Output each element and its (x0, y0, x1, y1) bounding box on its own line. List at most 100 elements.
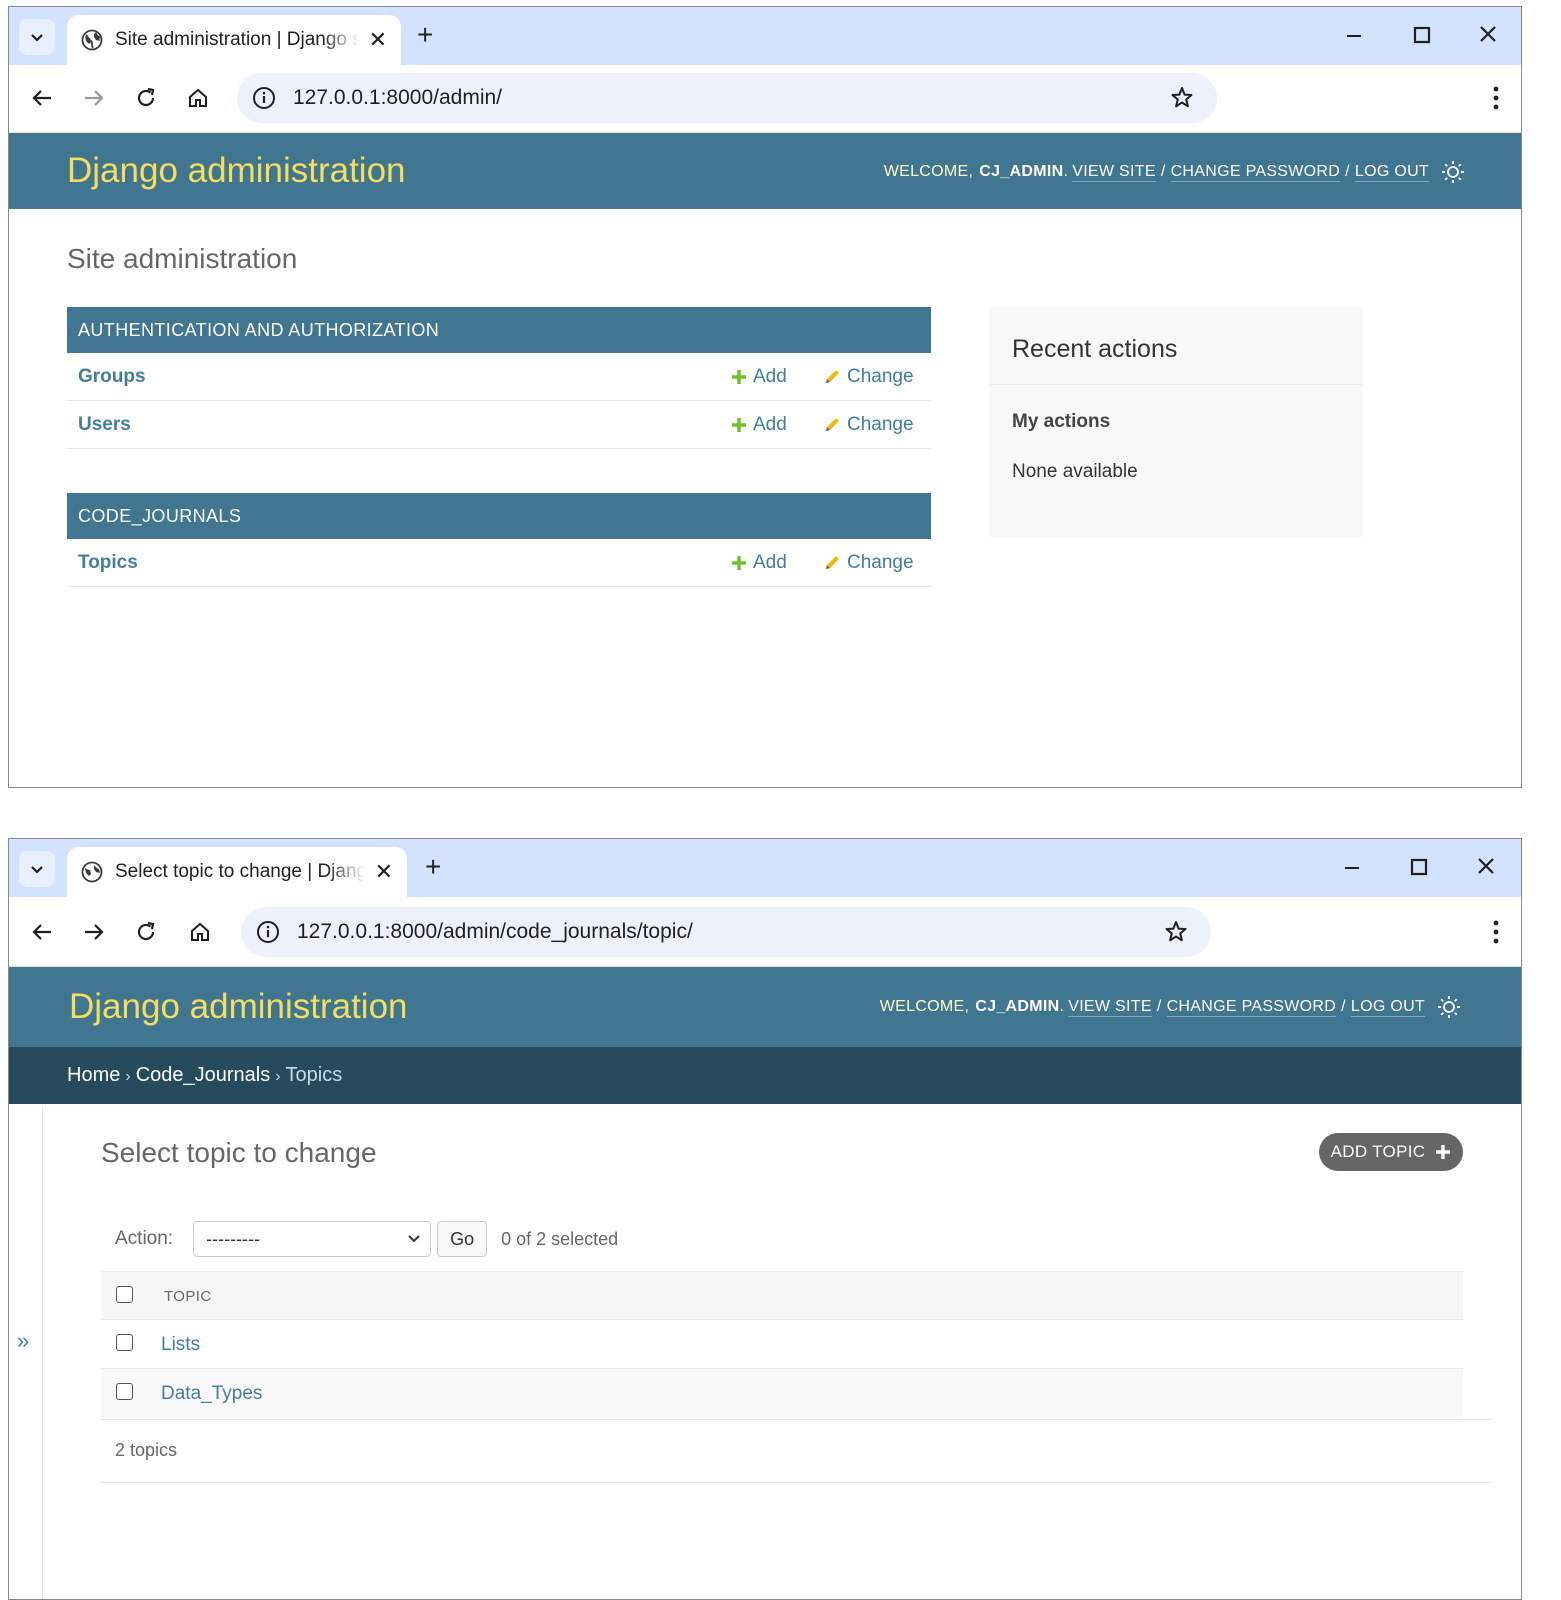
change-topics-link[interactable]: Change (823, 552, 914, 574)
change-users-link[interactable]: Change (823, 414, 914, 436)
welcome-text: WELCOME, (883, 163, 974, 180)
sun-icon[interactable] (1437, 995, 1461, 1019)
row-checkbox[interactable] (116, 1334, 133, 1351)
close-tab-button[interactable]: ✕ (369, 27, 387, 53)
browser-titlebar: Select topic to change | Django site adm… (9, 839, 1521, 897)
breadcrumb-separator: › (125, 1068, 131, 1085)
home-button[interactable] (183, 83, 213, 113)
change-password-link[interactable]: CHANGE PASSWORD (1166, 998, 1337, 1017)
breadcrumb-home[interactable]: Home (67, 1064, 120, 1086)
row-checkbox[interactable] (116, 1383, 133, 1400)
pencil-icon (826, 556, 839, 569)
model-row-groups: Groups Add Change (67, 353, 931, 401)
new-tab-button[interactable]: + (417, 21, 433, 49)
browser-tab-active[interactable]: Site administration | Django site admin … (67, 15, 401, 65)
forward-button[interactable] (79, 83, 109, 113)
module-caption[interactable]: AUTHENTICATION AND AUTHORIZATION (67, 307, 931, 353)
pencil-icon (826, 370, 839, 383)
back-button[interactable] (27, 83, 57, 113)
close-icon (1480, 26, 1496, 42)
toggle-sidebar-icon[interactable]: » (17, 1328, 29, 1354)
add-groups-link[interactable]: Add (731, 366, 787, 388)
info-icon[interactable] (251, 85, 277, 111)
view-site-link[interactable]: VIEW SITE (1072, 163, 1156, 182)
tab-title: Select topic to change | Django site adm… (115, 861, 365, 882)
model-link-topics[interactable]: Topics (78, 552, 138, 574)
action-select[interactable]: --------- (193, 1221, 432, 1257)
topic-link[interactable]: Data_Types (161, 1383, 262, 1405)
breadcrumb-app[interactable]: Code_Journals (136, 1064, 271, 1086)
site-branding[interactable]: Django administration (69, 987, 408, 1027)
my-actions-heading: My actions (1012, 411, 1111, 432)
browser-tab-active[interactable]: Select topic to change | Django site adm… (67, 847, 407, 897)
nav-sidebar-toggle[interactable]: » (9, 1106, 43, 1599)
home-button[interactable] (185, 917, 215, 947)
close-window-button[interactable] (1479, 21, 1497, 56)
table-row: Lists (101, 1319, 1463, 1368)
module-caption[interactable]: CODE_JOURNALS (67, 493, 931, 539)
change-groups-link[interactable]: Change (823, 366, 914, 388)
info-icon[interactable] (255, 919, 281, 945)
url-text[interactable]: 127.0.0.1:8000/admin/code_journals/topic… (297, 920, 693, 944)
log-out-link[interactable]: LOG OUT (1350, 998, 1425, 1017)
kebab-menu-icon[interactable] (1493, 85, 1499, 111)
maximize-button[interactable] (1410, 853, 1428, 888)
site-branding[interactable]: Django administration (67, 151, 406, 191)
maximize-button[interactable] (1413, 21, 1431, 56)
minimize-button[interactable] (1343, 853, 1361, 888)
forward-arrow-icon (85, 924, 104, 940)
reload-button[interactable] (131, 83, 161, 113)
address-bar[interactable]: 127.0.0.1:8000/admin/ (237, 73, 1217, 123)
star-icon[interactable] (1169, 85, 1195, 111)
tab-title: Site administration | Django site admin (115, 29, 359, 50)
module-code-journals: CODE_JOURNALS Topics Add Change (67, 493, 931, 587)
reload-button[interactable] (131, 917, 161, 947)
forward-arrow-icon (85, 90, 104, 106)
add-label: Add (753, 552, 787, 573)
column-header-topic[interactable]: TOPIC (164, 1288, 212, 1305)
browser-window-admin-index: Site administration | Django site admin … (8, 6, 1522, 788)
go-button[interactable]: Go (437, 1221, 488, 1257)
action-label: Action: (115, 1228, 174, 1249)
selection-counter: 0 of 2 selected (501, 1228, 619, 1249)
minimize-button[interactable] (1345, 21, 1363, 56)
add-users-link[interactable]: Add (731, 414, 787, 436)
chevron-down-icon (408, 1235, 420, 1243)
close-tab-button[interactable]: ✕ (375, 859, 393, 885)
model-link-users[interactable]: Users (78, 414, 131, 436)
home-icon (189, 88, 207, 107)
view-site-link[interactable]: VIEW SITE (1068, 998, 1152, 1017)
browser-toolbar: 127.0.0.1:8000/admin/ (9, 65, 1521, 133)
address-bar[interactable]: 127.0.0.1:8000/admin/code_journals/topic… (241, 907, 1211, 957)
change-password-link[interactable]: CHANGE PASSWORD (1170, 163, 1341, 182)
back-arrow-icon (32, 90, 51, 106)
tab-search-button[interactable] (19, 19, 55, 55)
close-window-button[interactable] (1477, 853, 1495, 888)
select-all-checkbox[interactable] (116, 1286, 133, 1303)
browser-window-topic-changelist: Select topic to change | Django site adm… (8, 838, 1522, 1600)
back-button[interactable] (27, 917, 57, 947)
change-label: Change (847, 366, 914, 387)
page-title: Select topic to change (101, 1137, 377, 1168)
new-tab-button[interactable]: + (425, 853, 441, 881)
add-topic-button[interactable]: ADD TOPIC (1319, 1133, 1463, 1171)
log-out-link[interactable]: LOG OUT (1354, 163, 1429, 182)
forward-button[interactable] (79, 917, 109, 947)
star-icon[interactable] (1163, 919, 1189, 945)
plus-icon (732, 556, 746, 570)
sun-icon[interactable] (1441, 160, 1465, 184)
browser-toolbar: 127.0.0.1:8000/admin/code_journals/topic… (9, 897, 1521, 967)
plus-icon (732, 370, 746, 384)
paginator: 2 topics (101, 1419, 1493, 1483)
kebab-menu-icon[interactable] (1493, 919, 1499, 945)
plus-icon (732, 418, 746, 432)
minimize-icon (1345, 867, 1359, 869)
tab-search-button[interactable] (19, 851, 55, 887)
model-link-groups[interactable]: Groups (78, 366, 146, 388)
add-topic-label: ADD TOPIC (1330, 1142, 1426, 1161)
chevron-down-icon (31, 866, 43, 874)
url-text[interactable]: 127.0.0.1:8000/admin/ (293, 86, 502, 110)
topic-link[interactable]: Lists (161, 1334, 200, 1356)
no-actions-text: None available (1012, 461, 1138, 482)
add-topics-link[interactable]: Add (731, 552, 787, 574)
